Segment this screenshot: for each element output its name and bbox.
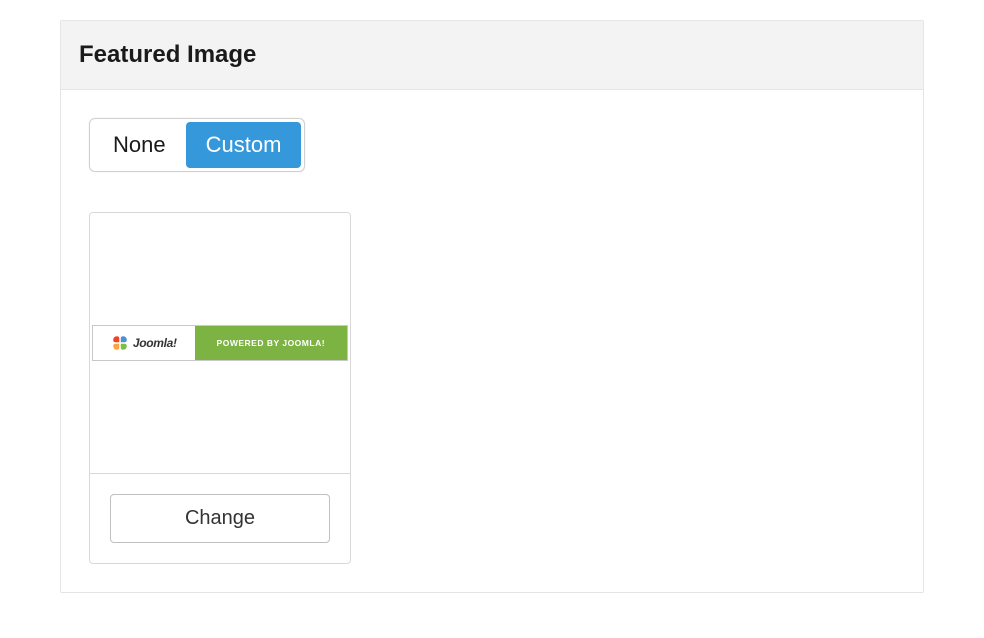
panel-body: None Custom Joom	[61, 90, 923, 592]
featured-image-panel: Featured Image None Custom	[60, 20, 924, 593]
image-footer: Change	[90, 473, 350, 563]
powered-by-text: POWERED BY JOOMLA!	[217, 338, 326, 348]
image-source-toggle: None Custom	[89, 118, 305, 172]
change-button[interactable]: Change	[110, 494, 330, 543]
panel-title: Featured Image	[79, 41, 905, 69]
panel-header: Featured Image	[61, 21, 923, 90]
image-preview[interactable]: Joomla! POWERED BY JOOMLA!	[90, 213, 350, 473]
joomla-logo-icon	[111, 334, 129, 352]
joomla-logo-text: Joomla!	[133, 336, 177, 350]
joomla-logo-section: Joomla!	[93, 326, 195, 360]
joomla-powered-section: POWERED BY JOOMLA!	[195, 326, 347, 360]
toggle-option-custom[interactable]: Custom	[186, 122, 302, 168]
image-card: Joomla! POWERED BY JOOMLA! Change	[89, 212, 351, 564]
toggle-option-none[interactable]: None	[93, 122, 186, 168]
joomla-badge-image: Joomla! POWERED BY JOOMLA!	[92, 325, 348, 361]
